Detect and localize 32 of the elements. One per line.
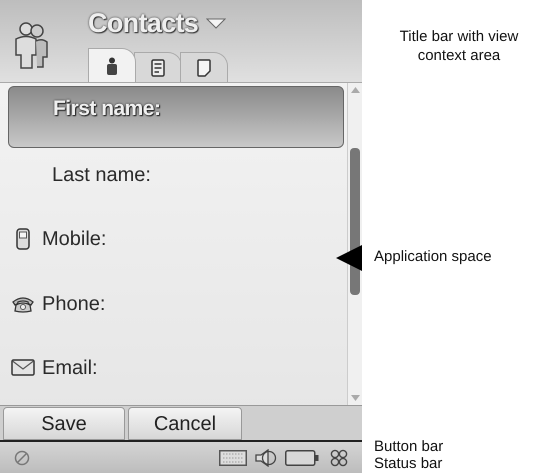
field-label: Mobile: — [42, 227, 106, 252]
form-field[interactable]: Last name: — [8, 148, 344, 212]
annotation-label: Title bar with view context area — [398, 27, 520, 65]
tab[interactable] — [180, 52, 228, 82]
softkey-button[interactable]: Cancel — [128, 407, 242, 440]
form-field[interactable]: Email: — [8, 340, 344, 405]
field-label: First name: — [53, 96, 160, 122]
annotation-label: Button bar — [374, 438, 444, 455]
envelope-icon — [11, 359, 35, 376]
telephone-icon — [11, 294, 35, 313]
no-entry-icon — [14, 450, 30, 466]
speaker-icon — [255, 448, 277, 466]
pointer-arrow-icon — [336, 245, 362, 271]
form-field[interactable]: Mobile: — [8, 212, 344, 277]
field-label: Email: — [42, 356, 98, 381]
person-icon — [105, 56, 119, 74]
annotation-label: Application space — [374, 247, 493, 267]
window-title: Contacts — [88, 6, 198, 40]
softkey-button[interactable]: Save — [3, 407, 125, 440]
battery-icon — [285, 450, 319, 466]
tab[interactable] — [134, 52, 182, 82]
field-label: Phone: — [42, 292, 106, 317]
tab[interactable] — [88, 48, 136, 82]
annotation-label: Status bar — [374, 455, 444, 472]
mobile-phone-icon — [16, 228, 30, 250]
document-icon — [151, 58, 165, 76]
form-field[interactable]: Phone: — [8, 276, 344, 341]
grid-menu-icon[interactable] — [330, 448, 348, 466]
field-label: Last name: — [52, 163, 151, 188]
dropdown-caret-icon[interactable] — [206, 18, 226, 28]
keyboard-icon — [219, 450, 247, 466]
note-icon — [197, 58, 211, 76]
